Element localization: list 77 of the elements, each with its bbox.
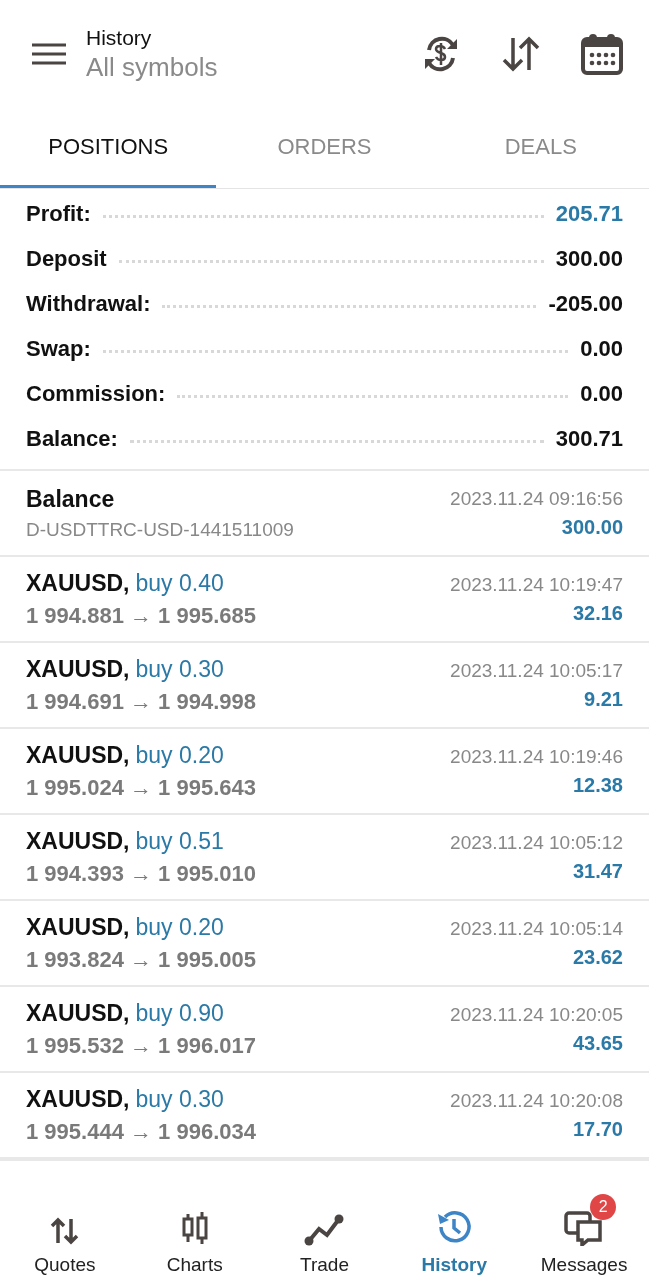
- symbol: XAUUSD,: [26, 655, 130, 683]
- record-time: 2023.11.24 10:05:14: [450, 917, 623, 940]
- summary-label: Commission:: [26, 380, 166, 407]
- summary-value: 205.71: [555, 200, 623, 227]
- summary-value: 300.00: [555, 245, 623, 272]
- price-range: 1 994.881 → 1 995.685: [26, 602, 256, 629]
- unread-badge: 2: [590, 1194, 617, 1220]
- summary-label: Profit:: [26, 200, 91, 227]
- up-down-arrows-icon: [48, 1216, 81, 1246]
- profit-value: 43.65: [572, 1031, 623, 1055]
- summary-value: -205.00: [548, 290, 623, 317]
- menu-button[interactable]: [32, 42, 66, 66]
- profit-value: 31.47: [572, 859, 623, 883]
- summary-label: Withdrawal:: [26, 290, 151, 317]
- nav-tab[interactable]: History: [389, 1188, 520, 1276]
- position-row[interactable]: XAUUSD, buy 0.51 1 994.393 → 1 995.010 2023.11.24 10:05:12 31.47: [0, 815, 649, 901]
- record-time: 2023.11.24 09:16:56: [450, 487, 623, 510]
- symbol: XAUUSD,: [26, 741, 130, 769]
- trade-side: buy 0.90: [135, 999, 224, 1027]
- record-time: 2023.11.24 10:05:12: [450, 831, 623, 854]
- trade-side: buy 0.30: [135, 655, 224, 683]
- record-comment: D-USDTTRC-USD-1441511009: [26, 518, 294, 541]
- sort-button[interactable]: [501, 35, 541, 73]
- summary-value: 300.71: [555, 425, 623, 452]
- price-range: 1 995.024 → 1 995.643: [26, 774, 256, 801]
- price-range: 1 995.444 → 1 996.034: [26, 1118, 256, 1145]
- chat-icon: [564, 1210, 605, 1246]
- position-row[interactable]: XAUUSD, buy 0.20 1 995.024 → 1 995.643 2023.11.24 10:19:46 12.38: [0, 729, 649, 815]
- record-time: 2023.11.24 10:05:17: [450, 659, 623, 682]
- profit-value: 12.38: [572, 773, 623, 797]
- summary-label: Balance:: [26, 425, 118, 452]
- record-time: 2023.11.24 10:20:05: [450, 1003, 623, 1026]
- record-time: 2023.11.24 10:19:47: [450, 573, 623, 596]
- tab[interactable]: POSITIONS: [0, 108, 217, 188]
- price-range: 1 993.824 → 1 995.005: [26, 946, 256, 973]
- trade-side: buy 0.51: [135, 827, 224, 855]
- symbol: XAUUSD,: [26, 827, 130, 855]
- trade-side: buy 0.40: [135, 569, 224, 597]
- symbol: XAUUSD,: [26, 999, 130, 1027]
- summary-label: Deposit: [26, 245, 107, 272]
- nav-tab[interactable]: 2 Messages: [519, 1190, 649, 1276]
- position-row[interactable]: XAUUSD, buy 0.20 1 993.824 → 1 995.005 2023.11.24 10:05:14 23.62: [0, 901, 649, 987]
- price-range: 1 994.393 → 1 995.010: [26, 860, 256, 887]
- profit-value: 17.70: [572, 1117, 623, 1141]
- position-row[interactable]: XAUUSD, buy 0.90 1 995.532 → 1 996.017 2023.11.24 10:20:05 43.65: [0, 987, 649, 1073]
- position-row[interactable]: XAUUSD, buy 0.30 1 995.444 → 1 996.034 2023.11.24 10:20:08 17.70: [0, 1073, 649, 1159]
- position-row[interactable]: XAUUSD, buy 0.30 1 994.691 → 1 994.998 2023.11.24 10:05:17 9.21: [0, 643, 649, 729]
- profit-value: 23.62: [572, 945, 623, 969]
- summary-value: 0.00: [580, 380, 623, 407]
- nav-tab[interactable]: Charts: [129, 1190, 260, 1276]
- symbol: XAUUSD,: [26, 569, 130, 597]
- history-clock-icon: [435, 1208, 474, 1246]
- record-amount: 300.00: [561, 515, 623, 539]
- record-time: 2023.11.24 10:19:46: [450, 745, 623, 768]
- nav-tab[interactable]: Quotes: [0, 1196, 130, 1276]
- balance-row[interactable]: Balance D-USDTTRC-USD-1441511009 2023.11.24 09:16:56 300.00: [0, 471, 649, 557]
- profit-value: 9.21: [584, 687, 623, 711]
- trade-side: buy 0.20: [135, 741, 224, 769]
- symbol: XAUUSD,: [26, 1085, 130, 1113]
- nav-tab[interactable]: Trade: [259, 1194, 390, 1276]
- price-range: 1 995.532 → 1 996.017: [26, 1032, 256, 1059]
- position-row[interactable]: XAUUSD, buy 0.40 1 994.881 → 1 995.685 2023.11.24 10:19:47 32.16: [0, 557, 649, 643]
- profit-value: 32.16: [572, 601, 623, 625]
- record-time: 2023.11.24 10:20:08: [450, 1089, 623, 1112]
- trade-side: buy 0.30: [135, 1085, 224, 1113]
- price-range: 1 994.691 → 1 994.998: [26, 688, 256, 715]
- line-chart-icon: [304, 1214, 345, 1246]
- up-down-arrows-icon: [501, 35, 541, 73]
- trade-side: buy 0.20: [135, 913, 224, 941]
- summary-value: 0.00: [580, 335, 623, 362]
- record-title: Balance: [26, 485, 115, 513]
- menu-icon: [32, 42, 66, 66]
- calendar-button[interactable]: [581, 33, 623, 75]
- calendar-icon: [581, 33, 623, 75]
- screen-title: History: [86, 25, 153, 50]
- symbol: XAUUSD,: [26, 913, 130, 941]
- summary-label: Swap:: [26, 335, 91, 362]
